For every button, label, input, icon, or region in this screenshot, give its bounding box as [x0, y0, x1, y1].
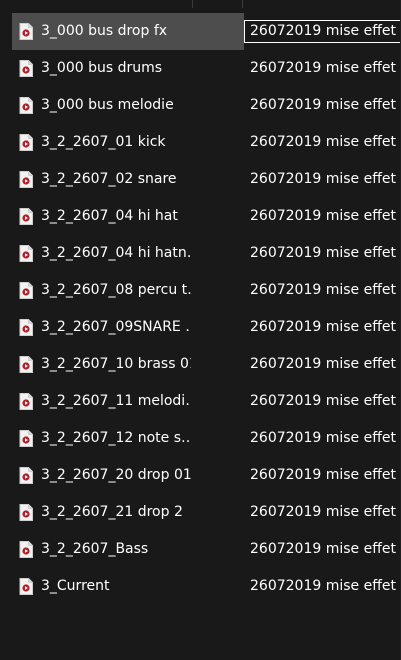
file-name[interactable]: 3_000 bus drop fx — [41, 13, 191, 50]
column-divider[interactable] — [242, 0, 243, 8]
audio-file-icon — [19, 282, 33, 299]
audio-file-icon — [19, 504, 33, 521]
file-row[interactable]: 3_2_2607_08 percu t… 26072019 mise effet … — [0, 272, 401, 309]
file-row[interactable]: 3_2_2607_21 drop 2 26072019 mise effet (2 — [0, 494, 401, 531]
audio-file-icon — [19, 23, 33, 40]
file-comment: 26072019 mise effet (2 — [250, 467, 401, 483]
file-row[interactable]: 3_000 bus melodie 26072019 mise effet (0 — [0, 87, 401, 124]
column-divider[interactable] — [192, 0, 193, 8]
file-comment: 26072019 mise effet (2 — [250, 245, 401, 261]
audio-file-icon — [19, 393, 33, 410]
file-comment: 26072019 mise effet (2 — [250, 171, 401, 187]
file-comment: 26072019 mise effet (2 — [250, 430, 401, 446]
file-comment: 26072019 mise effet (2 — [250, 356, 401, 372]
file-name[interactable]: 3_2_2607_11 melodi… — [41, 383, 191, 420]
file-explorer-pane: 3_000 bus drop fx 26072019 mise effet (0 … — [0, 0, 401, 660]
file-row[interactable]: 3_2_2607_Bass 26072019 mise effet (2 — [0, 531, 401, 568]
file-row[interactable]: 3_2_2607_04 hi hatn… 26072019 mise effet … — [0, 235, 401, 272]
file-name[interactable]: 3_2_2607_09SNARE … — [41, 309, 191, 346]
file-row[interactable]: 3_2_2607_10 brass 01 26072019 mise effet … — [0, 346, 401, 383]
column-header-strip — [0, 0, 401, 8]
file-name[interactable]: 3_Current — [41, 568, 191, 605]
file-name[interactable]: 3_2_2607_04 hi hat — [41, 198, 191, 235]
file-name[interactable]: 3_2_2607_20 drop 01 — [41, 457, 191, 494]
file-comment: 26072019 mise effet (2 — [250, 282, 401, 298]
file-comment[interactable]: 26072019 mise effet (0 — [250, 13, 401, 50]
file-name[interactable]: 3_000 bus drums — [41, 50, 191, 87]
file-comment: 26072019 mise effet (2 — [250, 541, 401, 557]
file-name[interactable]: 3_2_2607_04 hi hatn… — [41, 235, 191, 272]
file-name[interactable]: 3_2_2607_08 percu t… — [41, 272, 191, 309]
audio-file-icon — [19, 467, 33, 484]
file-list: 3_000 bus drop fx 26072019 mise effet (0 … — [0, 13, 401, 605]
file-comment: 26072019 mise effet (2 — [250, 504, 401, 520]
file-row[interactable]: 3_2_2607_12 note s… 26072019 mise effet (… — [0, 420, 401, 457]
file-name[interactable]: 3_2_2607_01 kick — [41, 124, 191, 161]
file-name[interactable]: 3_2_2607_12 note s… — [41, 420, 191, 457]
audio-file-icon — [19, 60, 33, 77]
file-comment: 26072019 mise effet (2 — [250, 134, 401, 150]
file-name[interactable]: 3_2_2607_02 snare — [41, 161, 191, 198]
file-row[interactable]: 3_2_2607_04 hi hat 26072019 mise effet (2 — [0, 198, 401, 235]
file-row[interactable]: 3_Current 26072019 mise effet (C — [0, 568, 401, 605]
audio-file-icon — [19, 97, 33, 114]
file-comment: 26072019 mise effet (C — [250, 578, 401, 594]
audio-file-icon — [19, 245, 33, 262]
audio-file-icon — [19, 578, 33, 595]
audio-file-icon — [19, 319, 33, 336]
audio-file-icon — [19, 430, 33, 447]
file-comment: 26072019 mise effet (0 — [250, 97, 401, 113]
file-row[interactable]: 3_000 bus drums 26072019 mise effet (0 — [0, 50, 401, 87]
audio-file-icon — [19, 134, 33, 151]
file-row[interactable]: 3_000 bus drop fx 26072019 mise effet (0 — [0, 13, 401, 50]
audio-file-icon — [19, 208, 33, 225]
file-row[interactable]: 3_2_2607_02 snare 26072019 mise effet (2 — [0, 161, 401, 198]
audio-file-icon — [19, 541, 33, 558]
file-row[interactable]: 3_2_2607_01 kick 26072019 mise effet (2 — [0, 124, 401, 161]
file-name[interactable]: 3_2_2607_Bass — [41, 531, 191, 568]
file-comment: 26072019 mise effet (2 — [250, 319, 401, 335]
file-row[interactable]: 3_2_2607_20 drop 01 26072019 mise effet (… — [0, 457, 401, 494]
file-name[interactable]: 3_2_2607_10 brass 01 — [41, 346, 191, 383]
file-comment: 26072019 mise effet (0 — [250, 60, 401, 76]
audio-file-icon — [19, 171, 33, 188]
file-row[interactable]: 3_2_2607_11 melodi… 26072019 mise effet (… — [0, 383, 401, 420]
file-name[interactable]: 3_000 bus melodie — [41, 87, 191, 124]
file-name[interactable]: 3_2_2607_21 drop 2 — [41, 494, 191, 531]
file-comment: 26072019 mise effet (2 — [250, 208, 401, 224]
file-row[interactable]: 3_2_2607_09SNARE … 26072019 mise effet (2 — [0, 309, 401, 346]
file-comment: 26072019 mise effet (2 — [250, 393, 401, 409]
audio-file-icon — [19, 356, 33, 373]
